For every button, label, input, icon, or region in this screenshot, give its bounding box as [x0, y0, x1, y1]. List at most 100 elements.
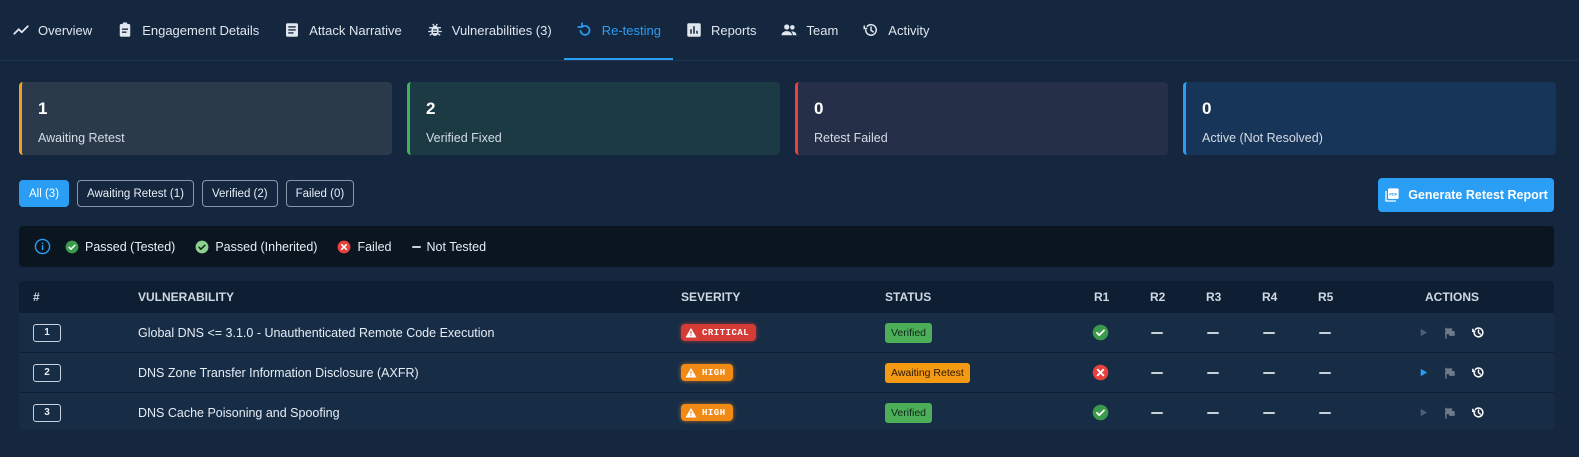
row-number: 1: [33, 323, 61, 342]
warning-icon: [685, 407, 697, 417]
card-retest-failed: 0 Retest Failed: [795, 82, 1168, 155]
trend-icon: [13, 25, 29, 35]
not-tested-dash: [1263, 331, 1275, 334]
header-r4: R4: [1262, 289, 1278, 304]
card-value: 0: [814, 99, 824, 118]
not-tested-dash: [1207, 331, 1219, 334]
vulnerability-name: DNS Cache Poisoning and Spoofing: [138, 405, 340, 420]
table-row[interactable]: 1 Global DNS <= 3.1.0 - Unauthenticated …: [19, 312, 1554, 352]
not-tested-dash: [1151, 331, 1163, 334]
retest-table: # VULNERABILITY SEVERITY STATUS R1 R2 R3…: [19, 281, 1554, 430]
status-badge: Verified: [885, 322, 933, 343]
filter-awaiting-retest[interactable]: Awaiting Retest (1): [77, 180, 194, 207]
history-icon[interactable]: [1471, 325, 1486, 340]
header-status: STATUS: [885, 289, 932, 304]
tab-attack-narrative[interactable]: Attack Narrative: [271, 0, 413, 60]
tab-bar: Overview Engagement Details Attack Narra…: [0, 0, 1579, 60]
status-legend: Passed (Tested) Passed (Inherited) Faile…: [19, 226, 1554, 267]
legend-passed-inherited: Passed (Inherited): [195, 240, 317, 254]
tab-reports[interactable]: Reports: [673, 0, 769, 60]
not-tested-dash: [1207, 411, 1219, 414]
tab-label: Re-testing: [601, 22, 661, 38]
tab-engagement-details[interactable]: Engagement Details: [104, 0, 271, 60]
severity-label: HIGH: [702, 407, 726, 418]
card-value: 2: [426, 99, 436, 118]
card-awaiting-retest: 1 Awaiting Retest: [19, 82, 392, 155]
check-circle-icon: [1092, 324, 1109, 341]
play-icon[interactable]: [1418, 327, 1429, 338]
filter-failed[interactable]: Failed (0): [285, 180, 355, 207]
filter-bar: All (3) Awaiting Retest (1) Verified (2)…: [19, 180, 355, 207]
tab-overview[interactable]: Overview: [0, 0, 104, 60]
flag-icon[interactable]: [1443, 326, 1457, 340]
not-tested-dash: [1319, 331, 1331, 334]
header-r3: R3: [1206, 289, 1222, 304]
flag-icon[interactable]: [1443, 406, 1457, 420]
severity-badge: HIGH: [681, 404, 733, 421]
tab-label: Overview: [38, 22, 93, 38]
legend-failed: Failed: [337, 239, 392, 254]
refresh-icon: [577, 22, 590, 36]
table-header: # VULNERABILITY SEVERITY STATUS R1 R2 R3…: [19, 281, 1554, 312]
generate-button-label: Generate Retest Report: [1408, 188, 1548, 202]
x-circle-icon: [338, 240, 351, 253]
svg-text:PDF: PDF: [1390, 192, 1399, 197]
card-label: Active (Not Resolved): [1202, 131, 1323, 145]
card-label: Awaiting Retest: [38, 131, 125, 145]
status-badge: Awaiting Retest: [885, 362, 970, 383]
not-tested-dash: [1207, 371, 1219, 374]
tab-re-testing[interactable]: Re-testing: [563, 0, 674, 60]
bug-icon: [428, 23, 442, 36]
not-tested-dash: [1151, 411, 1163, 414]
warning-icon: [685, 367, 697, 377]
tab-activity[interactable]: Activity: [850, 0, 941, 60]
summary-cards: 1 Awaiting Retest 2 Verified Fixed 0 Ret…: [19, 82, 1556, 155]
card-label: Verified Fixed: [426, 131, 502, 145]
tab-divider: [0, 60, 1579, 61]
filter-all[interactable]: All (3): [19, 180, 70, 207]
document-icon: [286, 23, 299, 37]
flag-icon[interactable]: [1443, 366, 1457, 380]
card-value: 1: [38, 99, 48, 118]
header-vulnerability: VULNERABILITY: [138, 289, 234, 304]
header-r1: R1: [1094, 289, 1110, 304]
tab-label: Team: [806, 22, 839, 38]
legend-label: Passed (Inherited): [215, 239, 318, 254]
not-tested-dash: [1263, 371, 1275, 374]
tab-team[interactable]: Team: [768, 0, 850, 60]
status-badge: Verified: [885, 402, 933, 423]
tab-label: Vulnerabilities (3): [451, 22, 552, 38]
generate-retest-report-button[interactable]: PDF Generate Retest Report: [1378, 178, 1554, 212]
pdf-icon: PDF: [1385, 188, 1399, 202]
legend-label: Failed: [357, 239, 392, 254]
tab-label: Engagement Details: [142, 22, 260, 38]
tab-label: Reports: [710, 22, 757, 38]
not-tested-dash: [1319, 411, 1331, 414]
vulnerability-name: DNS Zone Transfer Information Disclosure…: [138, 365, 419, 380]
legend-not-tested: Not Tested: [411, 240, 486, 254]
check-circle-light-icon: [195, 240, 209, 253]
not-tested-dash: [1263, 411, 1275, 414]
history-icon[interactable]: [1471, 405, 1486, 420]
severity-label: HIGH: [702, 367, 726, 378]
table-row[interactable]: 3 DNS Cache Poisoning and Spoofing HIGH …: [19, 392, 1554, 430]
table-row[interactable]: 2 DNS Zone Transfer Information Disclosu…: [19, 352, 1554, 392]
tab-label: Attack Narrative: [309, 22, 402, 38]
tab-vulnerabilities[interactable]: Vulnerabilities (3): [414, 0, 564, 60]
bar-chart-icon: [687, 23, 701, 37]
tab-label: Activity: [888, 22, 930, 38]
header-r2: R2: [1150, 289, 1166, 304]
play-icon[interactable]: [1418, 367, 1429, 378]
header-actions: ACTIONS: [1425, 289, 1479, 304]
card-label: Retest Failed: [814, 131, 888, 145]
vulnerability-name: Global DNS <= 3.1.0 - Unauthenticated Re…: [138, 325, 495, 340]
severity-badge: CRITICAL: [681, 324, 757, 341]
card-active: 0 Active (Not Resolved): [1183, 82, 1556, 155]
history-icon[interactable]: [1471, 365, 1486, 380]
play-icon[interactable]: [1418, 407, 1429, 418]
filter-verified[interactable]: Verified (2): [201, 180, 278, 207]
check-circle-icon: [1092, 404, 1109, 421]
not-tested-dash: [1319, 371, 1331, 374]
header-num: #: [33, 289, 40, 304]
info-icon: [34, 238, 51, 255]
